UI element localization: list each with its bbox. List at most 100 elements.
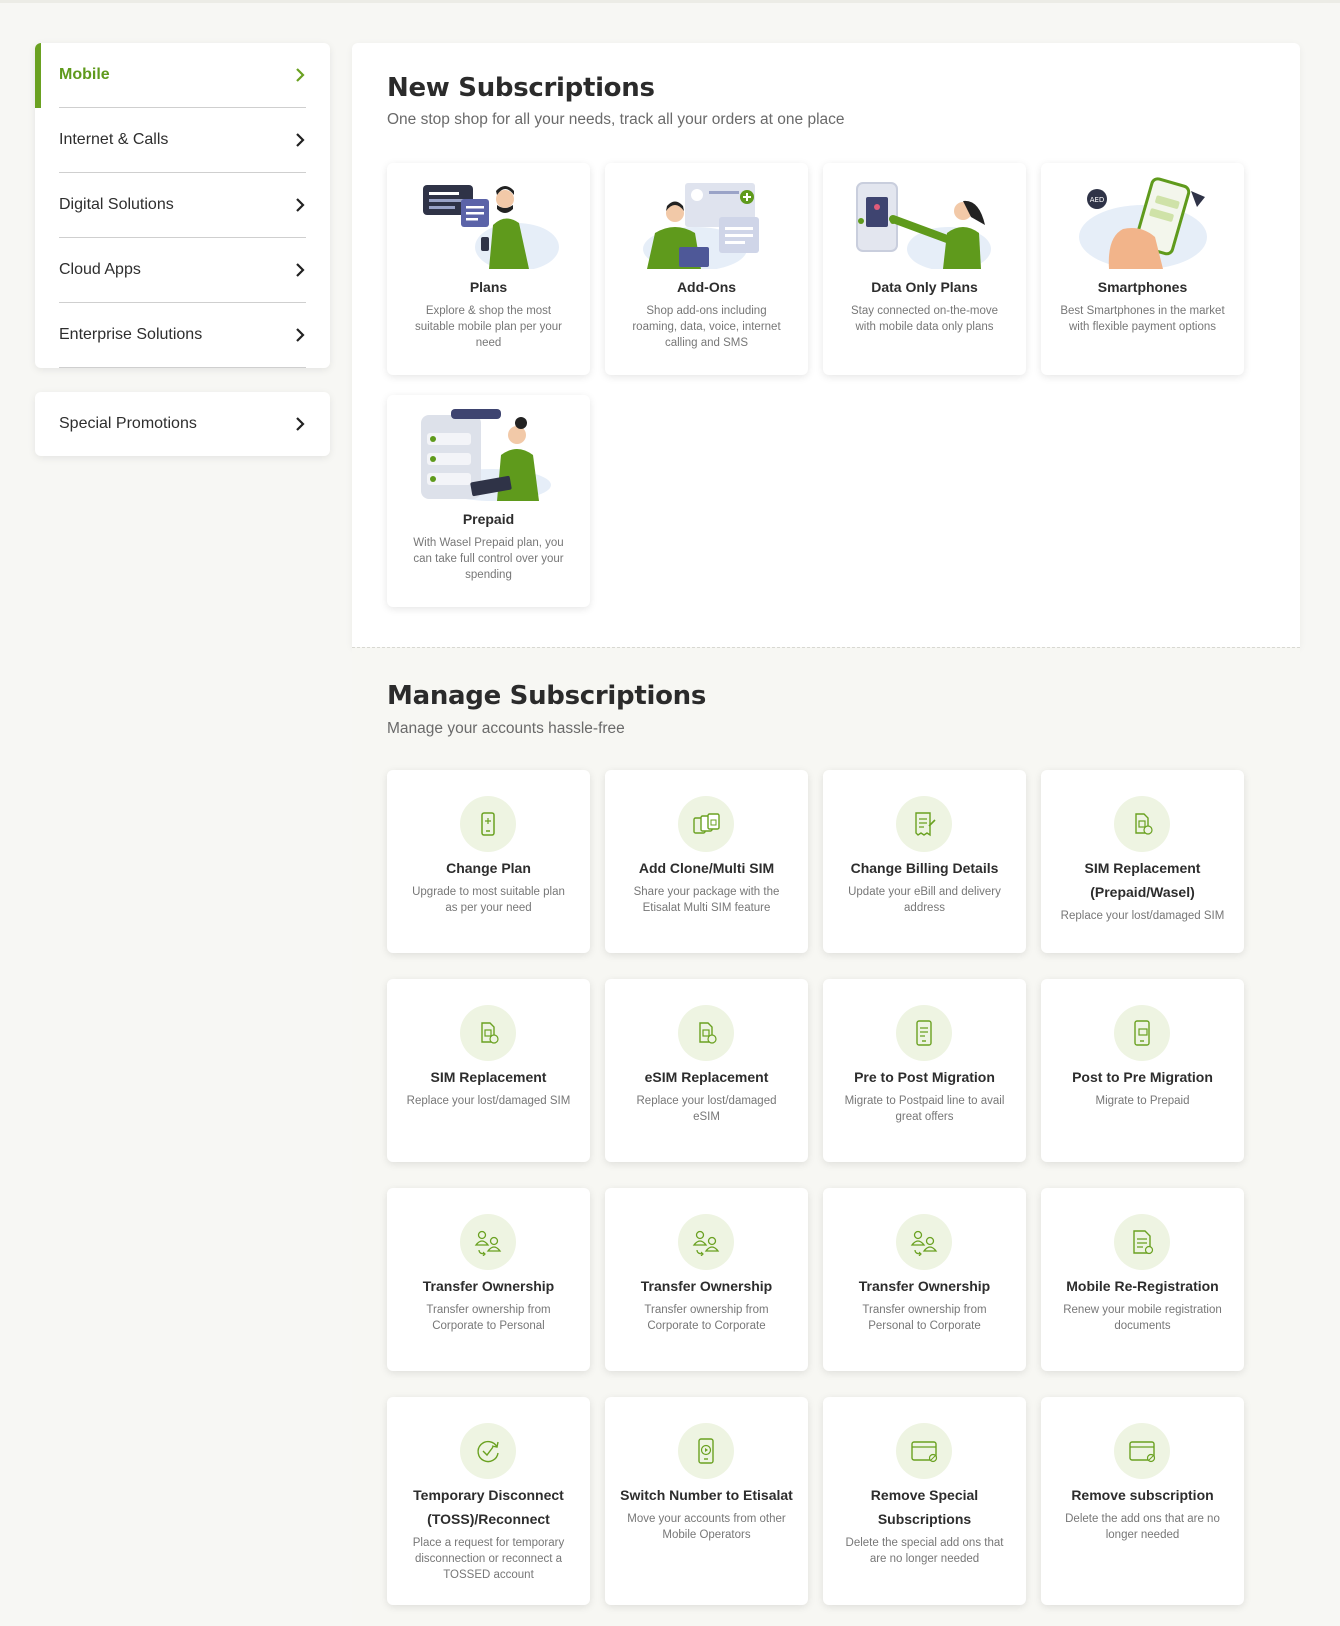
card-description: Share your package with the Etisalat Mul…	[633, 886, 780, 914]
sidebar-item-label: Cloud Apps	[59, 261, 141, 278]
new-subscriptions-section: New Subscriptions One stop shop for all …	[352, 43, 1300, 647]
card-title: Temporary Disconnect (TOSS)/Reconnect	[413, 1487, 564, 1527]
card-title: Change Plan	[446, 860, 531, 876]
transfer-ownership-personal-to-corp-card[interactable]: Transfer Ownership Transfer ownership fr…	[823, 1188, 1026, 1371]
transfer-ownership-corp-to-personal-card[interactable]: Transfer Ownership Transfer ownership fr…	[387, 1188, 590, 1371]
card-description: Shop add-ons including roaming, data, vo…	[632, 305, 781, 349]
remove-subscription-card[interactable]: Remove subscription Delete the add ons t…	[1041, 1397, 1244, 1605]
card-description: Delete the add ons that are no longer ne…	[1065, 1513, 1220, 1541]
plans-illustration	[423, 185, 559, 269]
card-title: Smartphones	[1097, 279, 1188, 295]
sidebar-item-enterprise-solutions[interactable]: Enterprise Solutions	[59, 303, 306, 368]
smartphones-illustration: AED	[1079, 177, 1207, 269]
multi-sim-icon	[678, 796, 734, 852]
card-description: With Wasel Prepaid plan, you can take fu…	[413, 537, 564, 581]
card-description: Renew your mobile registration documents	[1063, 1304, 1222, 1332]
card-description: Replace your lost/damaged eSIM	[636, 1095, 777, 1123]
card-title: Switch Number to Etisalat	[620, 1487, 793, 1503]
card-title: Add-Ons	[676, 279, 737, 295]
card-description: Replace your lost/damaged SIM	[406, 1095, 571, 1107]
sim-replace-icon	[460, 1005, 516, 1061]
sim-replacement-card[interactable]: SIM Replacement Replace your lost/damage…	[387, 979, 590, 1162]
migration-icon	[1114, 1005, 1170, 1061]
remove-special-subscriptions-card[interactable]: Remove Special Subscriptions Delete the …	[823, 1397, 1026, 1605]
active-indicator	[35, 43, 41, 108]
refresh-check-icon	[460, 1423, 516, 1479]
sidebar-item-label: Mobile	[59, 66, 110, 83]
window-remove-icon	[896, 1423, 952, 1479]
card-title: eSIM Replacement	[644, 1069, 769, 1085]
section-subtitle: One stop shop for all your needs, track …	[387, 111, 845, 128]
card-description: Explore & shop the most suitable mobile …	[414, 305, 563, 349]
sidebar-item-special-promotions[interactable]: Special Promotions	[35, 392, 330, 456]
phone-icon	[460, 796, 516, 852]
card-title: Prepaid	[462, 511, 515, 527]
sidebar-item-internet-calls[interactable]: Internet & Calls	[59, 108, 306, 173]
card-title: Change Billing Details	[850, 860, 999, 876]
card-title: Data Only Plans	[871, 279, 978, 295]
window-remove-icon	[1114, 1423, 1170, 1479]
transfer-users-icon	[460, 1214, 516, 1270]
section-subtitle: Manage your accounts hassle-free	[387, 720, 625, 737]
section-title: Manage Subscriptions	[387, 681, 707, 711]
sim-replace-icon	[1114, 796, 1170, 852]
data-only-plans-illustration	[856, 182, 991, 269]
esim-replacement-card[interactable]: eSIM Replacement Replace your lost/damag…	[605, 979, 808, 1162]
card-title: Pre to Post Migration	[854, 1069, 995, 1085]
card-title: Transfer Ownership	[858, 1278, 991, 1294]
prepaid-illustration	[421, 409, 551, 501]
card-title: Remove Special Subscriptions	[870, 1487, 979, 1527]
sim-replacement-prepaid-card[interactable]: SIM Replacement (Prepaid/Wasel) Replace …	[1041, 770, 1244, 953]
card-description: Transfer ownership from Corporate to Cor…	[644, 1304, 769, 1332]
transfer-users-icon	[896, 1214, 952, 1270]
bill-icon	[896, 796, 952, 852]
top-divider	[0, 0, 1340, 3]
chevron-right-icon	[296, 133, 305, 147]
card-description: Place a request for temporary disconnect…	[412, 1537, 565, 1581]
switch-phone-icon	[678, 1423, 734, 1479]
card-title: Add Clone/Multi SIM	[638, 860, 775, 876]
add-clone-multi-sim-card[interactable]: Add Clone/Multi SIM Share your package w…	[605, 770, 808, 953]
chevron-right-icon	[296, 417, 305, 431]
sidebar-item-label: Digital Solutions	[59, 196, 174, 213]
card-title: SIM Replacement	[430, 1069, 547, 1085]
card-title: Post to Pre Migration	[1072, 1069, 1213, 1085]
sidebar-item-digital-solutions[interactable]: Digital Solutions	[59, 173, 306, 238]
change-plan-card[interactable]: Change Plan Upgrade to most suitable pla…	[387, 770, 590, 953]
card-description: Move your accounts from other Mobile Ope…	[627, 1513, 786, 1541]
card-title: Transfer Ownership	[422, 1278, 555, 1294]
change-billing-details-card[interactable]: Change Billing Details Update your eBill…	[823, 770, 1026, 953]
card-title: Remove subscription	[1071, 1487, 1214, 1503]
svg-text:AED: AED	[1090, 196, 1105, 204]
prepaid-card[interactable]: Prepaid With Wasel Prepaid plan, you can…	[387, 395, 590, 607]
card-description: Delete the special add ons that are no l…	[845, 1537, 1004, 1565]
transfer-ownership-corp-to-corp-card[interactable]: Transfer Ownership Transfer ownership fr…	[605, 1188, 808, 1371]
sidebar-item-mobile[interactable]: Mobile	[59, 43, 306, 108]
card-description: Upgrade to most suitable plan as per you…	[412, 886, 565, 914]
sidebar-item-cloud-apps[interactable]: Cloud Apps	[59, 238, 306, 303]
card-title: Transfer Ownership	[640, 1278, 773, 1294]
transfer-users-icon	[678, 1214, 734, 1270]
esim-icon	[678, 1005, 734, 1061]
card-description: Best Smartphones in the market with flex…	[1060, 305, 1225, 333]
sidebar-menu: Mobile Internet & Calls Digital Solution…	[35, 43, 330, 368]
plans-card[interactable]: Plans Explore & shop the most suitable m…	[387, 163, 590, 375]
add-ons-card[interactable]: Add-Ons Shop add-ons including roaming, …	[605, 163, 808, 375]
document-icon	[1114, 1214, 1170, 1270]
smartphones-card[interactable]: AED Smartphones Best Smartphones in the …	[1041, 163, 1244, 375]
chevron-right-icon	[296, 198, 305, 212]
card-title: SIM Replacement (Prepaid/Wasel)	[1084, 860, 1201, 900]
mobile-re-registration-card[interactable]: Mobile Re-Registration Renew your mobile…	[1041, 1188, 1244, 1371]
section-title: New Subscriptions	[387, 73, 655, 103]
chevron-right-icon	[296, 328, 305, 342]
pre-to-post-migration-card[interactable]: Pre to Post Migration Migrate to Postpai…	[823, 979, 1026, 1162]
card-title: Plans	[469, 279, 508, 295]
card-description: Transfer ownership from Personal to Corp…	[862, 1304, 987, 1332]
switch-number-card[interactable]: Switch Number to Etisalat Move your acco…	[605, 1397, 808, 1605]
card-description: Replace your lost/damaged SIM	[1060, 910, 1225, 922]
sidebar-item-label: Enterprise Solutions	[59, 326, 203, 343]
temporary-disconnect-card[interactable]: Temporary Disconnect (TOSS)/Reconnect Pl…	[387, 1397, 590, 1605]
sidebar-item-label: Internet & Calls	[59, 131, 169, 148]
data-only-plans-card[interactable]: Data Only Plans Stay connected on-the-mo…	[823, 163, 1026, 375]
post-to-pre-migration-card[interactable]: Post to Pre Migration Migrate to Prepaid	[1041, 979, 1244, 1162]
